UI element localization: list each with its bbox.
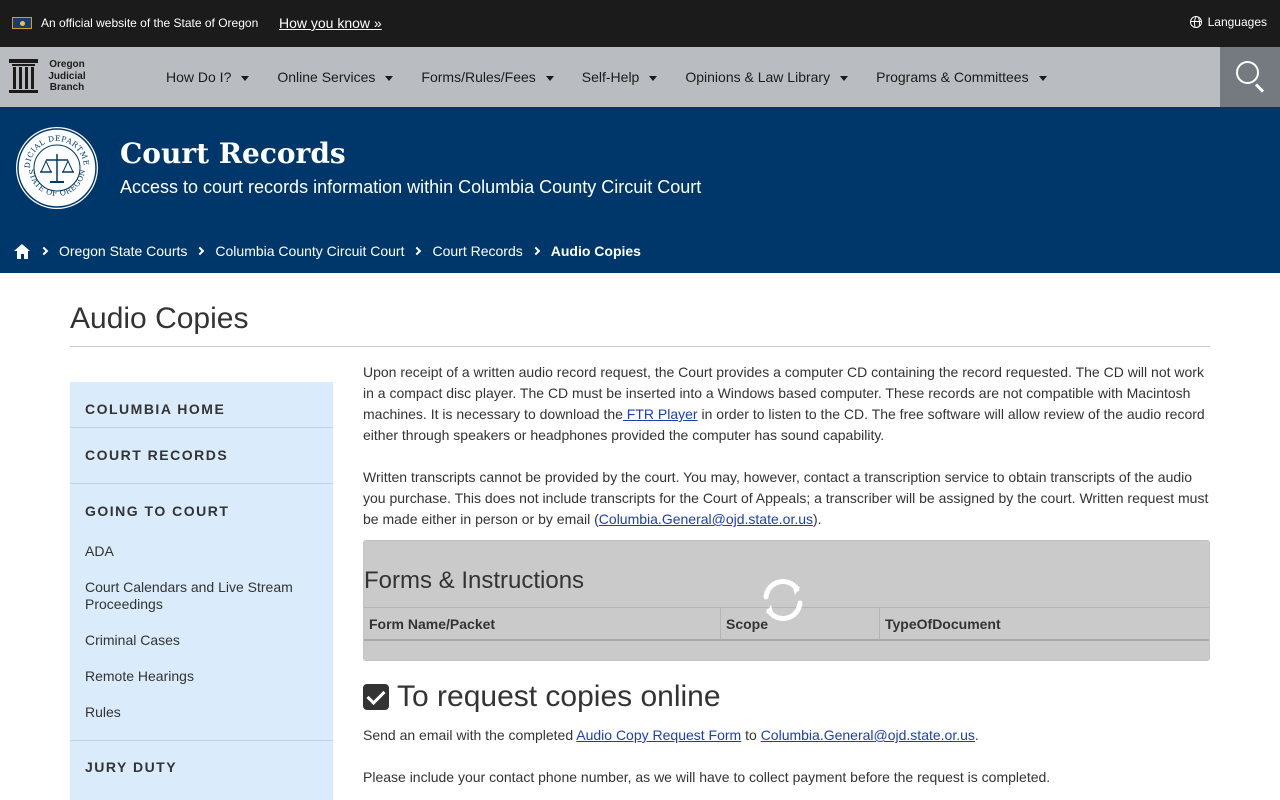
official-text: An official website of the State of Oreg…: [41, 16, 259, 30]
request-heading: To request copies online: [363, 680, 721, 714]
caret-down-icon: [840, 75, 849, 81]
sidebar-link-remote-hearings[interactable]: Remote Hearings: [85, 668, 315, 685]
sidebar-item-going-to-court[interactable]: GOING TO COURT: [85, 503, 229, 519]
caret-down-icon: [649, 75, 658, 81]
nav-forms-rules-fees[interactable]: Forms/Rules/Fees: [407, 47, 567, 107]
pillar-icon: [9, 59, 38, 93]
main-nav: Oregon Judicial Branch How Do I? Online …: [0, 47, 1280, 107]
column-header-form-name[interactable]: Form Name/Packet: [364, 608, 720, 639]
judicial-seal-icon: JUDICIAL DEPARTMENT STATE OF OREGON: [15, 126, 98, 209]
audio-copy-request-form-link[interactable]: Audio Copy Request Form: [576, 727, 741, 743]
loading-spinner-icon: [763, 579, 803, 621]
how-you-know-link[interactable]: How you know »: [279, 15, 382, 31]
sidebar-link-criminal-cases[interactable]: Criminal Cases: [85, 632, 315, 649]
sidebar-item-court-records[interactable]: COURT RECORDS: [85, 447, 228, 463]
breadcrumb-court-records[interactable]: Court Records: [432, 243, 522, 259]
official-banner: An official website of the State of Oreg…: [0, 0, 1280, 47]
sidebar-item-columbia-home[interactable]: COLUMBIA HOME: [85, 401, 225, 417]
nav-self-help[interactable]: Self-Help: [568, 47, 672, 107]
intro-paragraph: Upon receipt of a written audio record r…: [363, 364, 1205, 443]
nav-programs-committees[interactable]: Programs & Committees: [862, 47, 1060, 107]
search-button[interactable]: [1220, 47, 1280, 107]
request-instructions: Send an email with the completed Audio C…: [363, 727, 979, 743]
sidebar-divider: [70, 427, 333, 428]
ftr-player-link[interactable]: FTR Player: [623, 406, 698, 422]
page-hero: JUDICIAL DEPARTMENT STATE OF OREGON Cour…: [0, 107, 1280, 273]
nav-opinions-law-library[interactable]: Opinions & Law Library: [671, 47, 862, 107]
sidebar-link-court-calendars[interactable]: Court Calendars and Live Stream Proceedi…: [85, 579, 315, 613]
logo-text: Oregon Judicial Branch: [48, 59, 86, 93]
forms-panel: Forms & Instructions Form Name/Packet Sc…: [363, 540, 1210, 661]
caret-down-icon: [385, 75, 394, 81]
caret-down-icon: [241, 75, 250, 81]
chevron-right-icon: [196, 246, 205, 256]
forms-title: Forms & Instructions: [364, 567, 585, 594]
oregon-flag-icon: [12, 17, 32, 29]
sidebar-divider: [70, 740, 333, 741]
nav-online-services[interactable]: Online Services: [263, 47, 407, 107]
chevron-right-icon: [531, 246, 540, 256]
caret-down-icon: [1038, 75, 1047, 81]
ojd-logo[interactable]: Oregon Judicial Branch: [9, 59, 91, 95]
breadcrumb-current: Audio Copies: [550, 243, 641, 259]
sidebar-link-ada[interactable]: ADA: [85, 543, 315, 560]
home-icon[interactable]: [14, 243, 31, 259]
hero-subtitle: Access to court records information with…: [120, 177, 702, 197]
search-icon: [1236, 61, 1259, 84]
breadcrumb-oregon-state-courts[interactable]: Oregon State Courts: [59, 243, 187, 259]
hero-title: Court Records: [120, 137, 346, 170]
sidebar-divider: [70, 483, 333, 484]
request-note: Please include your contact phone number…: [363, 769, 1051, 785]
caret-down-icon: [545, 75, 554, 81]
breadcrumb-columbia-county[interactable]: Columbia County Circuit Court: [215, 243, 404, 259]
email-link[interactable]: Columbia.General@ojd.state.or.us: [599, 511, 813, 527]
request-email-link[interactable]: Columbia.General@ojd.state.or.us: [761, 727, 975, 743]
transcripts-paragraph: Written transcripts cannot be provided b…: [363, 469, 1209, 527]
checkbox-checked-icon: [363, 684, 389, 710]
request-title: To request copies online: [397, 680, 721, 713]
sidebar-item-jury-duty[interactable]: JURY DUTY: [85, 759, 177, 775]
languages-label: Languages: [1207, 15, 1267, 29]
column-header-type-of-document[interactable]: TypeOfDocument: [880, 608, 1209, 639]
page-title: Audio Copies: [70, 302, 249, 335]
nav-how-do-i[interactable]: How Do I?: [152, 47, 263, 107]
globe-icon: [1189, 16, 1202, 28]
chevron-right-icon: [413, 246, 422, 256]
languages-button[interactable]: Languages: [1189, 15, 1267, 29]
breadcrumb: Oregon State Courts Columbia County Circ…: [14, 243, 641, 259]
sidebar: COLUMBIA HOME COURT RECORDS GOING TO COU…: [70, 382, 333, 800]
sidebar-link-rules[interactable]: Rules: [85, 704, 315, 721]
chevron-right-icon: [39, 246, 49, 256]
title-divider: [70, 346, 1210, 347]
